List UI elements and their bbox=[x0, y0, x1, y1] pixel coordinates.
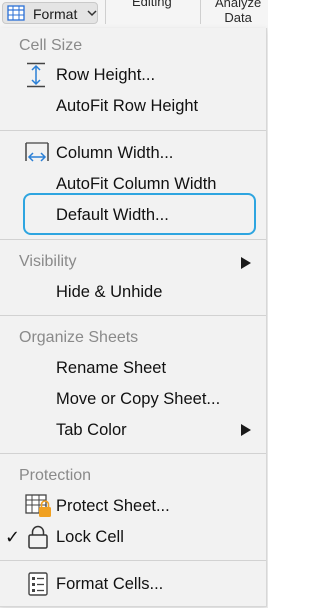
format-cells-icon bbox=[28, 572, 48, 596]
section-header-organize-sheets: Organize Sheets bbox=[19, 329, 139, 346]
menu-item-row-height[interactable]: Row Height... bbox=[56, 66, 155, 85]
menu-item-hide-unhide[interactable]: Hide & Unhide bbox=[56, 283, 162, 302]
menu-item-column-width[interactable]: Column Width... bbox=[56, 144, 173, 163]
format-dropdown-menu: Cell Size Row Height... AutoFit Row Heig… bbox=[0, 28, 267, 607]
analyze-data-line1: Analyze bbox=[215, 0, 262, 10]
screen: Format Editing Analyze Data Cell Size Ro… bbox=[0, 0, 268, 608]
submenu-arrow-icon bbox=[241, 257, 251, 269]
format-button[interactable]: Format bbox=[2, 2, 98, 24]
editing-group-label[interactable]: Editing bbox=[132, 0, 172, 9]
menu-separator bbox=[0, 453, 266, 454]
format-table-icon bbox=[7, 5, 25, 21]
menu-item-tab-color[interactable]: Tab Color bbox=[56, 421, 127, 440]
analyze-data-button[interactable]: Analyze Data bbox=[215, 0, 261, 25]
menu-item-autofit-column-width[interactable]: AutoFit Column Width bbox=[56, 175, 216, 194]
ribbon-divider bbox=[200, 0, 201, 24]
lock-icon bbox=[28, 525, 48, 549]
section-header-protection: Protection bbox=[19, 467, 92, 484]
row-height-icon bbox=[27, 62, 45, 88]
menu-separator bbox=[0, 130, 266, 131]
analyze-data-line2: Data bbox=[224, 10, 252, 25]
protect-sheet-icon bbox=[25, 494, 51, 517]
menu-item-format-cells[interactable]: Format Cells... bbox=[56, 575, 163, 594]
submenu-arrow-icon bbox=[241, 424, 251, 436]
menu-separator bbox=[0, 315, 266, 316]
column-width-icon bbox=[25, 142, 49, 162]
section-header-cell-size: Cell Size bbox=[19, 37, 83, 54]
menu-item-rename-sheet[interactable]: Rename Sheet bbox=[56, 359, 166, 378]
menu-item-default-width[interactable]: Default Width... bbox=[56, 206, 169, 225]
menu-separator bbox=[0, 560, 266, 561]
menu-item-move-copy-sheet[interactable]: Move or Copy Sheet... bbox=[56, 390, 220, 409]
chevron-down-icon bbox=[87, 10, 97, 17]
checkmark-icon: ✓ bbox=[5, 527, 21, 547]
ribbon-divider bbox=[105, 0, 106, 24]
menu-item-protect-sheet[interactable]: Protect Sheet... bbox=[56, 497, 170, 516]
menu-separator bbox=[0, 239, 266, 240]
menu-item-lock-cell[interactable]: Lock Cell bbox=[56, 528, 124, 547]
menu-item-autofit-row-height[interactable]: AutoFit Row Height bbox=[56, 97, 198, 116]
ribbon-toolbar: Format Editing Analyze Data bbox=[0, 0, 268, 28]
format-button-label: Format bbox=[33, 6, 78, 22]
section-header-visibility: Visibility bbox=[19, 253, 77, 270]
